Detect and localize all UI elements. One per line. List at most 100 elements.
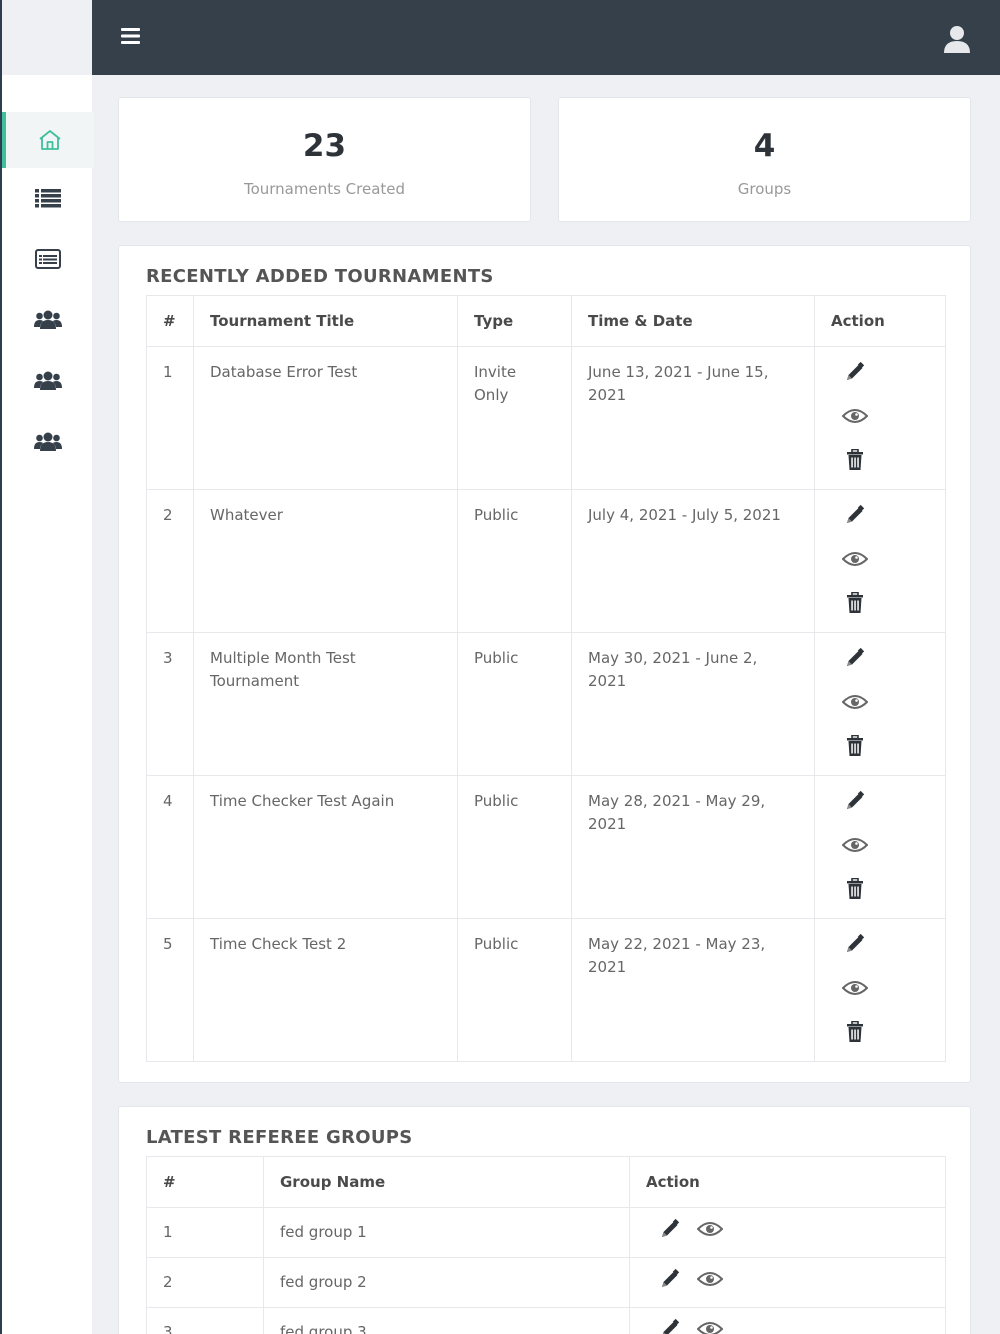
view-button[interactable] bbox=[696, 1321, 724, 1334]
pencil-icon bbox=[659, 1318, 681, 1334]
edit-button[interactable] bbox=[843, 933, 867, 962]
action-cell bbox=[629, 1257, 946, 1308]
eye-icon bbox=[841, 408, 869, 431]
column-header: Group Name bbox=[263, 1156, 630, 1208]
column-header: # bbox=[146, 1156, 264, 1208]
list-icon bbox=[35, 189, 61, 208]
table-row: 5 Time Check Test 2 Public May 22, 2021 - M… bbox=[146, 918, 946, 1062]
eye-icon bbox=[841, 694, 869, 717]
delete-button[interactable] bbox=[843, 591, 867, 621]
delete-button[interactable] bbox=[843, 734, 867, 761]
action-group bbox=[646, 1218, 929, 1247]
edit-button[interactable] bbox=[658, 1318, 682, 1334]
trash-icon bbox=[845, 877, 865, 907]
action-group bbox=[831, 790, 929, 904]
edit-button[interactable] bbox=[843, 647, 867, 676]
pencil-icon bbox=[844, 647, 866, 676]
referee-groups-panel: LATEST REFEREE GROUPS # Group Name Actio… bbox=[118, 1106, 971, 1334]
action-group bbox=[646, 1318, 929, 1334]
pencil-icon bbox=[659, 1268, 681, 1297]
eye-icon bbox=[696, 1271, 724, 1294]
tournament-type: Public bbox=[457, 775, 572, 919]
delete-button[interactable] bbox=[843, 448, 867, 478]
table-row: 1 Database Error Test Invite Only June 13, … bbox=[146, 346, 946, 490]
table-row: 3 Multiple Month Test Tournament Public May… bbox=[146, 632, 946, 776]
eye-icon bbox=[841, 980, 869, 1003]
action-cell bbox=[629, 1207, 946, 1258]
stat-label: Tournaments Created bbox=[243, 180, 406, 198]
sidebar-item-home[interactable] bbox=[2, 112, 94, 168]
eye-icon bbox=[841, 551, 869, 574]
tournament-dates: June 13, 2021 - June 15, 2021 bbox=[571, 346, 815, 490]
recent-tournaments-panel: RECENTLY ADDED TOURNAMENTS # Tournament … bbox=[118, 245, 971, 1083]
tournament-dates: May 28, 2021 - May 29, 2021 bbox=[571, 775, 815, 919]
row-number: 1 bbox=[146, 346, 194, 490]
sidebar-item-users-1[interactable] bbox=[2, 292, 94, 348]
pencil-icon bbox=[844, 933, 866, 962]
action-cell bbox=[814, 489, 946, 633]
sidebar-item-users-2[interactable] bbox=[2, 353, 94, 409]
tournaments-table: # Tournament Title Type Time & Date Acti… bbox=[146, 295, 946, 1062]
row-number: 4 bbox=[146, 775, 194, 919]
tournament-type: Public bbox=[457, 632, 572, 776]
stat-card-tournaments: 23 Tournaments Created bbox=[118, 97, 531, 222]
table-header-row: # Tournament Title Type Time & Date Acti… bbox=[146, 295, 946, 347]
sidebar-item-list[interactable] bbox=[2, 170, 94, 226]
stat-value: 4 bbox=[753, 128, 776, 164]
view-button[interactable] bbox=[841, 407, 869, 431]
edit-button[interactable] bbox=[658, 1268, 682, 1297]
user-icon bbox=[944, 26, 970, 53]
pencil-icon bbox=[844, 504, 866, 533]
tournament-dates: July 4, 2021 - July 5, 2021 bbox=[571, 489, 815, 633]
view-button[interactable] bbox=[696, 1221, 724, 1245]
eye-icon bbox=[841, 837, 869, 860]
eye-icon bbox=[696, 1221, 724, 1244]
hamburger-icon bbox=[121, 28, 140, 44]
stat-label: Groups bbox=[737, 180, 792, 198]
view-button[interactable] bbox=[696, 1271, 724, 1295]
delete-button[interactable] bbox=[843, 877, 867, 907]
edit-button[interactable] bbox=[843, 790, 867, 816]
action-cell bbox=[629, 1307, 946, 1334]
row-number: 2 bbox=[146, 489, 194, 633]
column-header: Type bbox=[457, 295, 572, 347]
tournament-dates: May 30, 2021 - June 2, 2021 bbox=[571, 632, 815, 776]
row-number: 1 bbox=[146, 1207, 264, 1258]
user-menu-button[interactable] bbox=[942, 24, 972, 54]
users-icon bbox=[34, 310, 62, 329]
group-name: fed group 2 bbox=[263, 1257, 630, 1308]
column-header: # bbox=[146, 295, 194, 347]
view-button[interactable] bbox=[841, 979, 869, 1003]
action-cell bbox=[814, 346, 946, 490]
group-name: fed group 1 bbox=[263, 1207, 630, 1258]
panel-title: RECENTLY ADDED TOURNAMENTS bbox=[146, 266, 494, 287]
edit-button[interactable] bbox=[843, 361, 867, 387]
trash-icon bbox=[845, 591, 865, 621]
sidebar-item-cards[interactable] bbox=[2, 231, 94, 287]
tournament-title: Multiple Month Test Tournament bbox=[193, 632, 458, 776]
tournament-title: Time Checker Test Again bbox=[193, 775, 458, 919]
sidebar-brand-area bbox=[2, 0, 92, 75]
action-group bbox=[831, 504, 929, 618]
tournament-type: Public bbox=[457, 489, 572, 633]
users-icon bbox=[34, 371, 62, 390]
trash-icon bbox=[845, 448, 865, 478]
sidebar-item-users-3[interactable] bbox=[2, 414, 94, 470]
edit-button[interactable] bbox=[658, 1218, 682, 1247]
home-icon bbox=[39, 130, 61, 150]
view-button[interactable] bbox=[841, 550, 869, 574]
edit-button[interactable] bbox=[843, 504, 867, 533]
action-group bbox=[646, 1268, 929, 1297]
action-cell bbox=[814, 775, 946, 919]
view-button[interactable] bbox=[841, 836, 869, 860]
tournament-type: Invite Only bbox=[457, 346, 572, 490]
view-button[interactable] bbox=[841, 693, 869, 717]
sidebar bbox=[0, 0, 94, 1334]
pencil-icon bbox=[659, 1218, 681, 1247]
column-header: Action bbox=[629, 1156, 946, 1208]
eye-icon bbox=[696, 1321, 724, 1334]
table-row: 1 fed group 1 bbox=[146, 1207, 946, 1258]
hamburger-menu-button[interactable] bbox=[121, 27, 141, 45]
action-group bbox=[831, 361, 929, 475]
delete-button[interactable] bbox=[843, 1020, 867, 1047]
